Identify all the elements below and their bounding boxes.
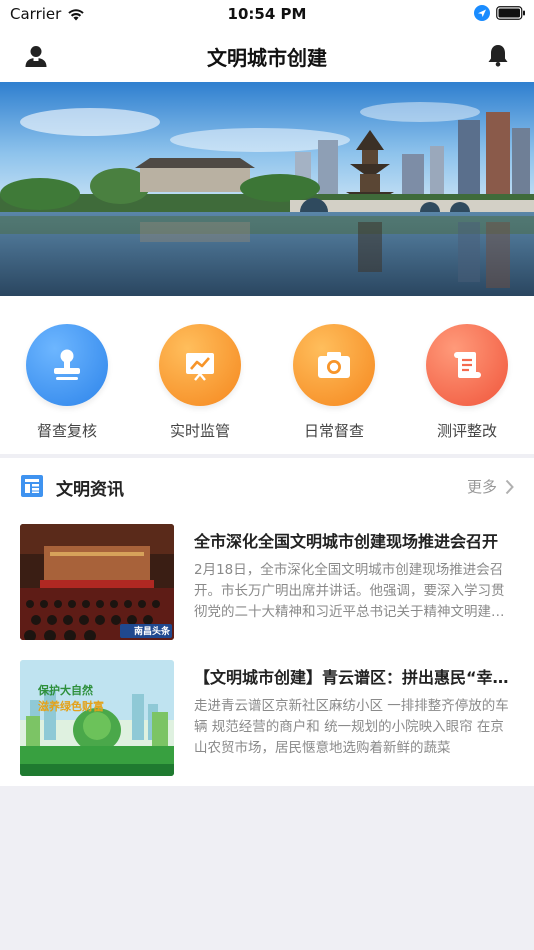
quick-actions: 督查复核 实时监管 日常督查 测评整改 <box>0 296 534 454</box>
news-item[interactable]: 保护大自然 滋养绿色财富 【文明城市创建】青云谱区：拼出惠民“幸福图” 走进青云… <box>0 660 534 778</box>
chevron-right-icon <box>505 479 514 494</box>
quick-action-review[interactable]: 督查复核 <box>12 324 122 441</box>
bell-icon[interactable] <box>486 43 510 67</box>
scroll-icon <box>454 352 481 378</box>
news-header: 文明资讯 更多 <box>0 458 534 514</box>
status-right <box>474 5 526 21</box>
quick-action-circle <box>426 324 508 406</box>
quick-action-label: 日常督查 <box>303 422 364 440</box>
news-section: 文明资讯 更多 南昌头条 全市深化全国文明城市创建现场推进会召开 2月18日，全… <box>0 458 534 786</box>
quick-action-monitor[interactable]: 实时监管 <box>145 324 255 441</box>
status-time: 10:54 PM <box>227 5 307 23</box>
quick-action-daily[interactable]: 日常督查 <box>279 324 389 441</box>
thumb-line-1: 保护大自然 <box>38 684 93 697</box>
quick-action-circle <box>26 324 108 406</box>
page-title: 文明城市创建 <box>207 46 327 70</box>
quick-action-label: 测评整改 <box>436 422 497 440</box>
nav-bar: 文明城市创建 <box>0 30 534 82</box>
banner-cityscape <box>0 82 534 296</box>
camera-icon <box>318 352 350 378</box>
banner-image[interactable] <box>0 82 534 296</box>
quick-action-label: 督查复核 <box>36 422 97 440</box>
news-title: 【文明城市创建】青云谱区：拼出惠民“幸福图” <box>194 668 512 687</box>
news-summary: 走进青云谱区京新社区麻纺小区 一排排整齐停放的车辆 规范经营的商户和 统一规划的… <box>194 698 509 756</box>
news-thumbnail: 南昌头条 <box>20 524 174 640</box>
battery-icon <box>496 6 525 20</box>
news-thumbnail: 保护大自然 滋养绿色财富 <box>20 660 174 776</box>
thumb-line-2: 滋养绿色财富 <box>38 700 104 713</box>
stamp-icon <box>54 349 80 380</box>
eco-poster-photo <box>20 660 174 776</box>
location-icon <box>474 5 490 21</box>
news-summary: 2月18日，全市深化全国文明城市创建现场推进会召开。市长万广明出席并讲话。他强调… <box>194 562 505 620</box>
more-link[interactable]: 更多 <box>467 476 514 497</box>
news-item[interactable]: 南昌头条 全市深化全国文明城市创建现场推进会召开 2月18日，全市深化全国文明城… <box>0 524 534 642</box>
quick-action-circle <box>293 324 375 406</box>
meeting-hall-photo <box>20 524 174 640</box>
news-title: 全市深化全国文明城市创建现场推进会召开 <box>194 532 499 551</box>
quick-action-rectify[interactable]: 测评整改 <box>412 324 522 441</box>
thumb-badge: 南昌头条 <box>133 627 170 637</box>
status-bar: Carrier 10:54 PM <box>0 0 534 30</box>
news-icon <box>21 475 43 497</box>
quick-action-label: 实时监管 <box>169 422 230 440</box>
chart-board-icon <box>186 353 214 381</box>
news-section-title: 文明资讯 <box>56 480 124 500</box>
more-label: 更多 <box>466 478 497 496</box>
quick-action-circle <box>159 324 241 406</box>
